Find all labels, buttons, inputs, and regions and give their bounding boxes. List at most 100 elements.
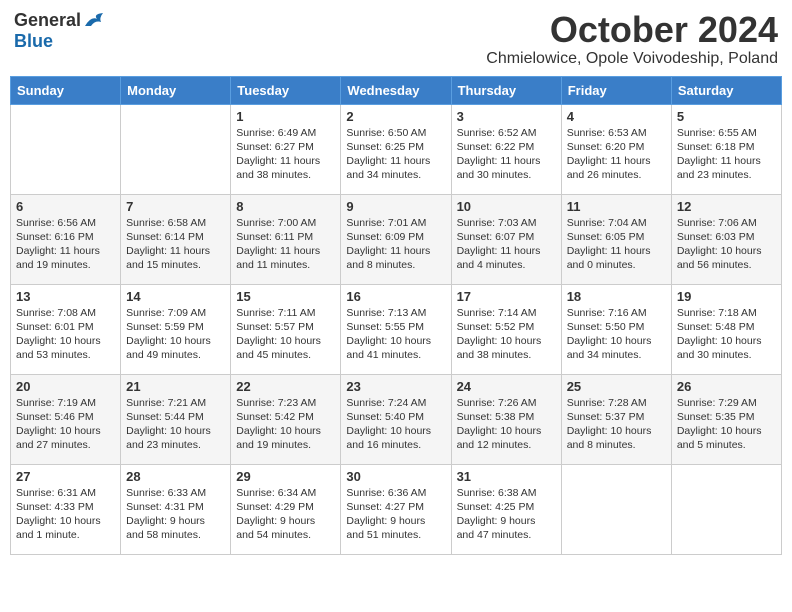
day-number: 5 <box>677 109 776 124</box>
calendar-cell: 24Sunrise: 7:26 AMSunset: 5:38 PMDayligh… <box>451 374 561 464</box>
calendar-cell: 12 Sunrise: 7:06 AMSunset: 6:03 PMDayligh… <box>671 194 781 284</box>
day-info: Sunrise: 7:04 AMSunset: 6:05 PMDaylight:… <box>567 216 666 273</box>
calendar-cell: 4Sunrise: 6:53 AMSunset: 6:20 PMDaylight… <box>561 104 671 194</box>
day-info: Sunrise: 7:23 AMSunset: 5:42 PMDaylight:… <box>236 396 335 453</box>
calendar-cell: 7Sunrise: 6:58 AMSunset: 6:14 PMDaylight… <box>121 194 231 284</box>
day-number: 8 <box>236 199 335 214</box>
day-number: 7 <box>126 199 225 214</box>
day-info: Sunrise: 7:26 AMSunset: 5:38 PMDaylight:… <box>457 396 556 453</box>
day-number: 14 <box>126 289 225 304</box>
day-number: 16 <box>346 289 445 304</box>
calendar-cell: 17 Sunrise: 7:14 AMSunset: 5:52 PMDayligh… <box>451 284 561 374</box>
calendar-cell: 21Sunrise: 7:21 AMSunset: 5:44 PMDayligh… <box>121 374 231 464</box>
day-number: 26 <box>677 379 776 394</box>
day-info: Sunrise: 6:53 AMSunset: 6:20 PMDaylight:… <box>567 126 666 183</box>
calendar-cell: 31Sunrise: 6:38 AMSunset: 4:25 PMDayligh… <box>451 464 561 554</box>
day-number: 20 <box>16 379 115 394</box>
day-info: Sunrise: 6:52 AMSunset: 6:22 PMDaylight:… <box>457 126 556 183</box>
day-info: Sunrise: 7:14 AMSunset: 5:52 PMDaylight:… <box>457 306 556 363</box>
calendar-cell: 6 Sunrise: 6:56 AMSunset: 6:16 PMDaylight… <box>11 194 121 284</box>
day-number: 15 <box>236 289 335 304</box>
calendar-cell: 10 Sunrise: 7:03 AMSunset: 6:07 PMDayligh… <box>451 194 561 284</box>
day-number: 10 <box>457 199 556 214</box>
calendar-table: SundayMondayTuesdayWednesdayThursdayFrid… <box>10 76 782 555</box>
calendar-week-row: 27Sunrise: 6:31 AMSunset: 4:33 PMDayligh… <box>11 464 782 554</box>
logo-blue-text: Blue <box>14 31 53 52</box>
calendar-cell: 9 Sunrise: 7:01 AMSunset: 6:09 PMDaylight… <box>341 194 451 284</box>
day-info: Sunrise: 6:56 AMSunset: 6:16 PMDaylight:… <box>16 216 115 273</box>
day-info: Sunrise: 7:00 AMSunset: 6:11 PMDaylight:… <box>236 216 335 273</box>
calendar-cell: 16 Sunrise: 7:13 AMSunset: 5:55 PMDayligh… <box>341 284 451 374</box>
day-info: Sunrise: 6:38 AMSunset: 4:25 PMDaylight:… <box>457 486 556 543</box>
day-info: Sunrise: 7:03 AMSunset: 6:07 PMDaylight:… <box>457 216 556 273</box>
calendar-cell: 13 Sunrise: 7:08 AMSunset: 6:01 PMDayligh… <box>11 284 121 374</box>
day-info: Sunrise: 6:55 AMSunset: 6:18 PMDaylight:… <box>677 126 776 183</box>
calendar-header-saturday: Saturday <box>671 76 781 104</box>
day-info: Sunrise: 7:01 AMSunset: 6:09 PMDaylight:… <box>346 216 445 273</box>
calendar-week-row: 13 Sunrise: 7:08 AMSunset: 6:01 PMDayligh… <box>11 284 782 374</box>
calendar-cell: 2Sunrise: 6:50 AMSunset: 6:25 PMDaylight… <box>341 104 451 194</box>
day-number: 18 <box>567 289 666 304</box>
calendar-cell: 28 Sunrise: 6:33 AMSunset: 4:31 PMDayligh… <box>121 464 231 554</box>
day-info: Sunrise: 7:19 AMSunset: 5:46 PMDaylight:… <box>16 396 115 453</box>
day-number: 23 <box>346 379 445 394</box>
day-info: Sunrise: 7:24 AMSunset: 5:40 PMDaylight:… <box>346 396 445 453</box>
logo-general-text: General <box>14 10 81 31</box>
day-info: Sunrise: 7:09 AMSunset: 5:59 PMDaylight:… <box>126 306 225 363</box>
day-number: 28 <box>126 469 225 484</box>
day-info: Sunrise: 7:11 AMSunset: 5:57 PMDaylight:… <box>236 306 335 363</box>
calendar-week-row: 1Sunrise: 6:49 AMSunset: 6:27 PMDaylight… <box>11 104 782 194</box>
calendar-cell: 11 Sunrise: 7:04 AMSunset: 6:05 PMDayligh… <box>561 194 671 284</box>
calendar-cell: 30Sunrise: 6:36 AMSunset: 4:27 PMDayligh… <box>341 464 451 554</box>
title-area: October 2024 Chmielowice, Opole Voivodes… <box>486 10 778 68</box>
day-number: 17 <box>457 289 556 304</box>
calendar-header-monday: Monday <box>121 76 231 104</box>
location-subtitle: Chmielowice, Opole Voivodeship, Poland <box>486 50 778 68</box>
day-info: Sunrise: 6:49 AMSunset: 6:27 PMDaylight:… <box>236 126 335 183</box>
calendar-cell: 15 Sunrise: 7:11 AMSunset: 5:57 PMDayligh… <box>231 284 341 374</box>
calendar-cell: 14 Sunrise: 7:09 AMSunset: 5:59 PMDayligh… <box>121 284 231 374</box>
day-number: 12 <box>677 199 776 214</box>
calendar-cell: 23 Sunrise: 7:24 AMSunset: 5:40 PMDayligh… <box>341 374 451 464</box>
day-info: Sunrise: 6:36 AMSunset: 4:27 PMDaylight:… <box>346 486 445 543</box>
calendar-header-thursday: Thursday <box>451 76 561 104</box>
day-info: Sunrise: 7:28 AMSunset: 5:37 PMDaylight:… <box>567 396 666 453</box>
day-info: Sunrise: 6:33 AMSunset: 4:31 PMDaylight:… <box>126 486 225 543</box>
page-header: General Blue October 2024 Chmielowice, O… <box>10 10 782 68</box>
day-info: Sunrise: 7:08 AMSunset: 6:01 PMDaylight:… <box>16 306 115 363</box>
calendar-cell: 26Sunrise: 7:29 AMSunset: 5:35 PMDayligh… <box>671 374 781 464</box>
calendar-cell: 20 Sunrise: 7:19 AMSunset: 5:46 PMDayligh… <box>11 374 121 464</box>
day-number: 11 <box>567 199 666 214</box>
day-number: 3 <box>457 109 556 124</box>
day-number: 19 <box>677 289 776 304</box>
calendar-header-friday: Friday <box>561 76 671 104</box>
calendar-cell <box>121 104 231 194</box>
month-title: October 2024 <box>486 10 778 50</box>
calendar-cell <box>561 464 671 554</box>
calendar-week-row: 20 Sunrise: 7:19 AMSunset: 5:46 PMDayligh… <box>11 374 782 464</box>
day-number: 21 <box>126 379 225 394</box>
day-info: Sunrise: 6:34 AMSunset: 4:29 PMDaylight:… <box>236 486 335 543</box>
day-number: 13 <box>16 289 115 304</box>
day-info: Sunrise: 7:16 AMSunset: 5:50 PMDaylight:… <box>567 306 666 363</box>
calendar-header-tuesday: Tuesday <box>231 76 341 104</box>
day-number: 9 <box>346 199 445 214</box>
calendar-cell: 25Sunrise: 7:28 AMSunset: 5:37 PMDayligh… <box>561 374 671 464</box>
calendar-cell: 1Sunrise: 6:49 AMSunset: 6:27 PMDaylight… <box>231 104 341 194</box>
day-number: 22 <box>236 379 335 394</box>
calendar-header-row: SundayMondayTuesdayWednesdayThursdayFrid… <box>11 76 782 104</box>
calendar-cell: 22 Sunrise: 7:23 AMSunset: 5:42 PMDayligh… <box>231 374 341 464</box>
day-number: 2 <box>346 109 445 124</box>
day-info: Sunrise: 7:13 AMSunset: 5:55 PMDaylight:… <box>346 306 445 363</box>
calendar-cell: 5 Sunrise: 6:55 AMSunset: 6:18 PMDaylight… <box>671 104 781 194</box>
logo-bird-icon <box>83 12 105 30</box>
calendar-header-wednesday: Wednesday <box>341 76 451 104</box>
calendar-cell: 18 Sunrise: 7:16 AMSunset: 5:50 PMDayligh… <box>561 284 671 374</box>
calendar-cell <box>11 104 121 194</box>
calendar-cell: 8 Sunrise: 7:00 AMSunset: 6:11 PMDaylight… <box>231 194 341 284</box>
day-number: 27 <box>16 469 115 484</box>
day-info: Sunrise: 7:06 AMSunset: 6:03 PMDaylight:… <box>677 216 776 273</box>
calendar-cell <box>671 464 781 554</box>
day-number: 29 <box>236 469 335 484</box>
day-number: 6 <box>16 199 115 214</box>
